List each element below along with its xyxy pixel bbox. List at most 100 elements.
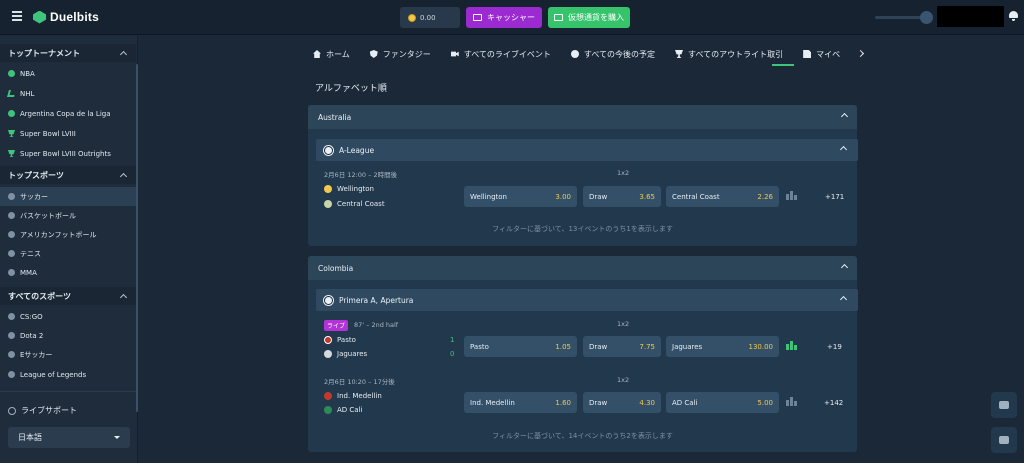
sidebar-item-csgo[interactable]: CS:GO bbox=[0, 307, 136, 326]
odds-label: Draw bbox=[589, 398, 608, 407]
sidebar-scrollbar[interactable] bbox=[136, 64, 138, 412]
odds-value: 1.05 bbox=[555, 342, 571, 351]
odds-button-draw[interactable]: Draw 7.75 bbox=[583, 336, 661, 357]
betslip-float-button[interactable] bbox=[991, 392, 1017, 418]
chevron-up-icon bbox=[840, 263, 849, 272]
team-crest-icon bbox=[324, 336, 332, 344]
nav-my-bets[interactable]: マイベ bbox=[803, 49, 840, 60]
sidebar-item-label: Argentina Copa de la Liga bbox=[20, 109, 111, 118]
sidebar-item-super-bowl-outrights[interactable]: Super Bowl LVIII Outrights bbox=[0, 144, 136, 163]
live-support-link[interactable]: ライブサポート bbox=[8, 405, 77, 416]
odds-button-draw[interactable]: Draw 4.30 bbox=[583, 392, 661, 413]
odds-label: Draw bbox=[589, 192, 608, 201]
sidebar-item-label: アメリカンフットボール bbox=[20, 230, 97, 239]
away-team[interactable]: Jaguares bbox=[324, 350, 367, 358]
sidebar-item-super-bowl[interactable]: Super Bowl LVIII bbox=[0, 124, 136, 143]
section-top-sports[interactable]: トップスポーツ bbox=[0, 166, 136, 184]
sidebar-item-basketball[interactable]: バスケットボール bbox=[0, 206, 136, 225]
odds-button-away[interactable]: AD Cali 5.00 bbox=[666, 392, 779, 413]
odds-label: AD Cali bbox=[672, 398, 698, 407]
sidebar-item-tennis[interactable]: テニス bbox=[0, 244, 136, 263]
sidebar-item-nba[interactable]: NBA bbox=[0, 64, 136, 83]
cashier-button[interactable]: キャッシャー bbox=[466, 7, 542, 28]
chat-float-button[interactable] bbox=[991, 427, 1017, 453]
sidebar-item-argentina-copa[interactable]: Argentina Copa de la Liga bbox=[0, 104, 136, 123]
sidebar-item-esoccer[interactable]: Eサッカー bbox=[0, 345, 136, 364]
market-label: 1x2 bbox=[617, 376, 630, 384]
odds-button-home[interactable]: Pasto 1.05 bbox=[464, 336, 577, 357]
league-header[interactable]: A-League bbox=[316, 139, 858, 161]
odds-button-draw[interactable]: Draw 3.65 bbox=[583, 186, 661, 207]
account-box[interactable] bbox=[937, 6, 1004, 27]
section-title: トップトーナメント bbox=[8, 48, 80, 58]
country-name: Colombia bbox=[318, 263, 354, 273]
nav-upcoming[interactable]: すべての今後の予定 bbox=[570, 49, 655, 60]
nav-label: ファンタジー bbox=[382, 49, 431, 59]
odds-button-away[interactable]: Central Coast 2.26 bbox=[666, 186, 779, 207]
odds-value: 130.00 bbox=[748, 342, 774, 351]
sidebar-item-label: NHL bbox=[20, 89, 35, 98]
odds-button-away[interactable]: Jaguares 130.00 bbox=[666, 336, 779, 357]
odds-value: 2.26 bbox=[757, 192, 773, 201]
sidebar-item-league-of-legends[interactable]: League of Legends bbox=[0, 365, 136, 384]
nav-label: マイベ bbox=[816, 49, 841, 59]
nav-outrights[interactable]: すべてのアウトライト取引 bbox=[675, 49, 783, 60]
odds-label: Draw bbox=[589, 342, 608, 351]
away-team[interactable]: AD Cali bbox=[324, 406, 362, 414]
buy-crypto-button[interactable]: 仮想通貨を購入 bbox=[548, 7, 630, 28]
logo[interactable]: Duelbits bbox=[33, 10, 99, 24]
stats-icon[interactable] bbox=[786, 341, 797, 350]
home-team[interactable]: Ind. Medellin bbox=[324, 392, 382, 400]
dota-icon bbox=[8, 332, 15, 339]
hockey-stick-icon bbox=[7, 90, 16, 97]
language-value: 日本語 bbox=[18, 433, 42, 442]
sidebar-item-label: CS:GO bbox=[20, 312, 43, 321]
card-icon bbox=[554, 14, 563, 21]
sidebar-item-nhl[interactable]: NHL bbox=[0, 84, 136, 103]
sort-title: アルファベット順 bbox=[315, 84, 387, 94]
soccer-ball-icon bbox=[324, 145, 333, 155]
bell-icon[interactable] bbox=[1009, 11, 1018, 21]
country-header[interactable]: Australia bbox=[308, 105, 857, 129]
nav-home[interactable]: ホーム bbox=[313, 49, 350, 60]
basketball-icon bbox=[8, 70, 15, 77]
home-team[interactable]: Pasto bbox=[324, 336, 356, 344]
country-panel-australia: Australia A-League 2月6日 12:00 – 2時間後 Wel… bbox=[308, 105, 858, 246]
stats-icon[interactable] bbox=[786, 397, 797, 406]
section-top-tournaments[interactable]: トップトーナメント bbox=[0, 44, 136, 62]
home-team[interactable]: Wellington bbox=[324, 185, 374, 193]
sidebar-item-mma[interactable]: MMA bbox=[0, 263, 136, 282]
nav-label: ホーム bbox=[326, 49, 350, 59]
country-header[interactable]: Colombia bbox=[308, 256, 857, 280]
nav-active-indicator bbox=[772, 64, 794, 66]
wallet-icon bbox=[473, 14, 482, 21]
sidebar-item-label: League of Legends bbox=[20, 370, 87, 379]
sidebar-item-dota2[interactable]: Dota 2 bbox=[0, 326, 136, 345]
nav-fantasy[interactable]: ファンタジー bbox=[369, 49, 431, 60]
country-panel-colombia: Colombia Primera A, Apertura ライブ 87' – 2… bbox=[308, 256, 858, 452]
level-avatar[interactable] bbox=[920, 11, 933, 24]
nav-live-events[interactable]: すべてのライブイベント bbox=[450, 49, 551, 60]
event-time: 2月6日 12:00 – 2時間後 bbox=[324, 171, 398, 179]
sidebar-item-label: サッカー bbox=[20, 192, 48, 201]
menu-icon[interactable] bbox=[12, 11, 22, 21]
odds-label: Ind. Medellin bbox=[470, 398, 515, 407]
sidebar-item-soccer[interactable]: サッカー bbox=[0, 187, 136, 206]
section-all-sports[interactable]: すべてのスポーツ bbox=[0, 287, 136, 305]
language-select[interactable]: 日本語 bbox=[8, 427, 130, 448]
sports-nav: ホーム ファンタジー すべてのライブイベント すべての今後の予定 すべてのアウト… bbox=[313, 44, 869, 64]
more-markets[interactable]: +19 bbox=[827, 343, 842, 351]
odds-button-home[interactable]: Wellington 3.00 bbox=[464, 186, 577, 207]
more-markets[interactable]: +171 bbox=[825, 193, 844, 201]
away-team[interactable]: Central Coast bbox=[324, 200, 385, 208]
league-header[interactable]: Primera A, Apertura bbox=[316, 289, 858, 311]
balance-display[interactable]: 0.00 bbox=[400, 7, 460, 28]
coin-icon bbox=[408, 13, 416, 22]
more-markets[interactable]: +142 bbox=[824, 399, 843, 407]
odds-button-home[interactable]: Ind. Medellin 1.60 bbox=[464, 392, 577, 413]
stats-icon[interactable] bbox=[786, 191, 797, 200]
headset-icon bbox=[8, 406, 16, 415]
team-crest-icon bbox=[324, 200, 332, 208]
soccer-ball-icon bbox=[8, 193, 15, 200]
sidebar-item-american-football[interactable]: アメリカンフットボール bbox=[0, 225, 136, 244]
